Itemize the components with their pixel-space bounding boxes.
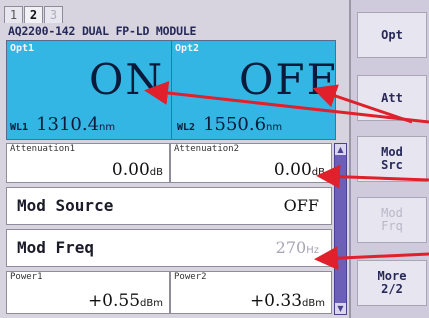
- power2-unit: dBm: [302, 298, 325, 309]
- scroll-up-icon[interactable]: ▲: [335, 144, 346, 155]
- softkey-panel: Opt Att Mod Src Mod Frq More 2/2: [349, 0, 429, 318]
- wl1-value: 1310.4: [36, 114, 100, 135]
- power1-readout: +0.55dBm: [88, 291, 163, 311]
- slot-tabs: 1 2 3: [4, 6, 64, 24]
- opt1-state[interactable]: ON: [89, 55, 164, 104]
- wl2-label: WL2: [177, 122, 196, 133]
- mod-freq-value: 270: [275, 238, 307, 257]
- mod-src-softkey[interactable]: Mod Src: [357, 136, 427, 182]
- tab-3[interactable]: 3: [44, 6, 63, 23]
- power1-cell: Power1 +0.55dBm: [6, 271, 170, 314]
- power2-value: +0.33: [249, 291, 303, 311]
- opt1-label: Opt1: [10, 43, 35, 54]
- opt2-state[interactable]: OFF: [239, 55, 338, 104]
- mod-frq-softkey[interactable]: Mod Frq: [357, 197, 427, 243]
- opt-softkey[interactable]: Opt: [357, 12, 427, 58]
- attenuation2-value: 0.00: [273, 160, 312, 180]
- mod-freq-row[interactable]: Mod Freq 270Hz: [6, 229, 332, 267]
- opt2-label: Opt2: [175, 43, 200, 54]
- mod-source-label: Mod Source: [17, 196, 114, 215]
- att-softkey[interactable]: Att: [357, 75, 427, 121]
- wl2-unit: nm: [266, 122, 283, 133]
- mod-freq-unit: Hz: [306, 245, 319, 256]
- power2-cell: Power2 +0.33dBm: [170, 271, 332, 314]
- mod-freq-label: Mod Freq: [17, 238, 95, 257]
- mod-freq-readout: 270Hz: [276, 238, 319, 257]
- opt-softkey-label: Opt: [381, 27, 403, 42]
- wl1-label: WL1: [10, 122, 29, 133]
- attenuation2-label: Attenuation2: [174, 144, 240, 154]
- attenuation1-unit: dB: [149, 167, 163, 178]
- tab-2[interactable]: 2: [24, 6, 43, 23]
- att-softkey-label: Att: [381, 90, 403, 105]
- mod-frq-softkey-line2: Frq: [381, 219, 403, 233]
- attenuation2-readout: 0.00dB: [274, 160, 325, 180]
- wl1-readout: WL1 1310.4nm: [10, 114, 115, 135]
- attenuation1-cell[interactable]: Attenuation1 0.00dB: [6, 143, 170, 183]
- attenuation2-cell[interactable]: Attenuation2 0.00dB: [170, 143, 332, 183]
- module-title: AQ2200-142 DUAL FP-LD MODULE: [8, 24, 197, 38]
- power2-readout: +0.33dBm: [250, 291, 325, 311]
- attenuation2-unit: dB: [311, 167, 325, 178]
- mod-src-softkey-line2: Src: [381, 158, 403, 172]
- scrollbar[interactable]: ▲ ▼: [334, 143, 347, 315]
- wl2-value: 1550.6: [203, 114, 267, 135]
- power1-value: +0.55: [87, 291, 141, 311]
- power1-unit: dBm: [140, 298, 163, 309]
- main-panel: 1 2 3 AQ2200-142 DUAL FP-LD MODULE Opt1 …: [0, 0, 349, 318]
- more-softkey-line2: 2/2: [381, 282, 403, 296]
- attenuation1-readout: 0.00dB: [112, 160, 163, 180]
- panel-divider: [171, 41, 172, 139]
- attenuation1-value: 0.00: [111, 160, 150, 180]
- scroll-down-icon[interactable]: ▼: [335, 303, 346, 314]
- mod-source-row[interactable]: Mod Source OFF: [6, 187, 332, 225]
- mod-source-value: OFF: [283, 196, 319, 215]
- attenuation1-label: Attenuation1: [10, 144, 76, 154]
- optical-output-panel: Opt1 ON WL1 1310.4nm Opt2 OFF WL2 1550.6nm: [6, 40, 336, 140]
- power1-label: Power1: [10, 272, 43, 282]
- power2-label: Power2: [174, 272, 207, 282]
- more-softkey[interactable]: More 2/2: [357, 260, 427, 306]
- wl2-readout: WL2 1550.6nm: [177, 114, 282, 135]
- wl1-unit: nm: [99, 122, 116, 133]
- tab-1[interactable]: 1: [4, 6, 23, 23]
